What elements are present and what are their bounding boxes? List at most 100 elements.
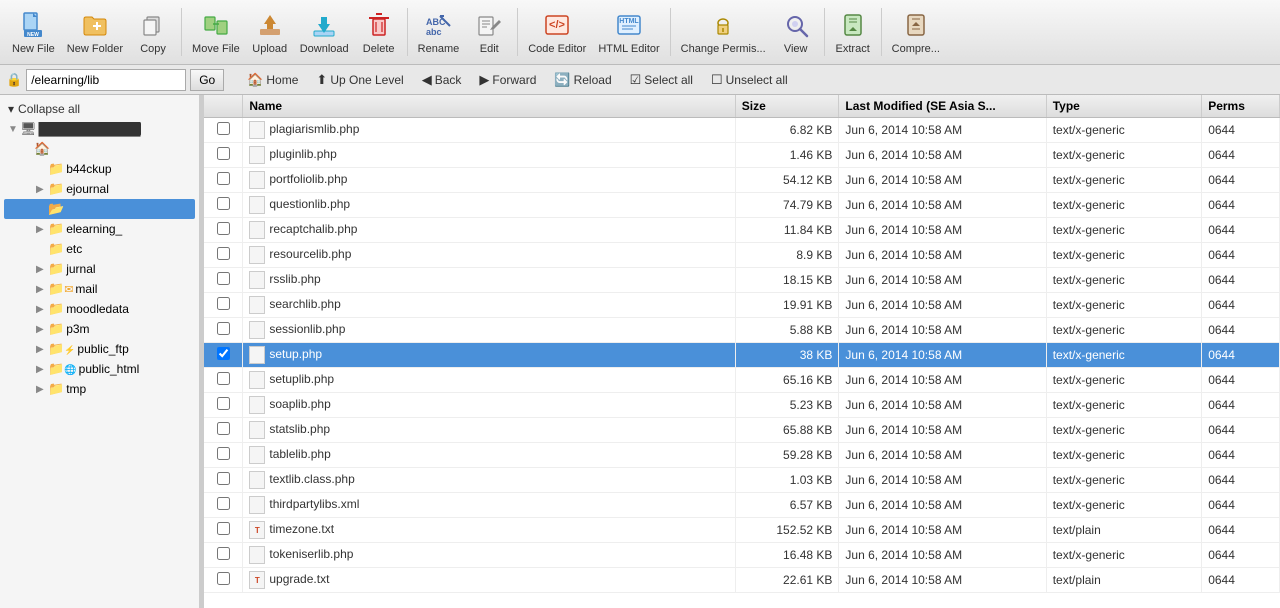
table-row[interactable]: recaptchalib.php11.84 KBJun 6, 2014 10:5… (204, 218, 1280, 243)
view-button[interactable]: View (772, 4, 820, 60)
table-row[interactable]: tablelib.php59.28 KBJun 6, 2014 10:58 AM… (204, 443, 1280, 468)
row-checkbox-10[interactable] (204, 368, 243, 393)
file-name-1[interactable]: pluginlib.php (243, 143, 735, 168)
file-name-6[interactable]: rsslib.php (243, 268, 735, 293)
table-row[interactable]: setup.php38 KBJun 6, 2014 10:58 AMtext/x… (204, 343, 1280, 368)
file-name-13[interactable]: tablelib.php (243, 443, 735, 468)
table-row[interactable]: questionlib.php74.79 KBJun 6, 2014 10:58… (204, 193, 1280, 218)
table-row[interactable]: tokeniserlib.php16.48 KBJun 6, 2014 10:5… (204, 543, 1280, 568)
col-header-4[interactable]: Type (1046, 95, 1201, 118)
download-button[interactable]: Download (294, 4, 355, 60)
go-button[interactable]: Go (190, 69, 224, 91)
file-name-18[interactable]: Tupgrade.txt (243, 568, 735, 593)
checkbox-16[interactable] (217, 522, 230, 535)
table-row[interactable]: statslib.php65.88 KBJun 6, 2014 10:58 AM… (204, 418, 1280, 443)
row-checkbox-6[interactable] (204, 268, 243, 293)
table-row[interactable]: Ttimezone.txt152.52 KBJun 6, 2014 10:58 … (204, 518, 1280, 543)
checkbox-4[interactable] (217, 222, 230, 235)
forward-button[interactable]: ▶ Forward (472, 70, 543, 90)
checkbox-14[interactable] (217, 472, 230, 485)
checkbox-12[interactable] (217, 422, 230, 435)
tree-item-4[interactable]: 📂elearning (4, 199, 195, 219)
tree-item-6[interactable]: 📁etc (4, 239, 195, 259)
tree-item-1[interactable]: 🏠 (4, 139, 195, 159)
checkbox-7[interactable] (217, 297, 230, 310)
change-perms-button[interactable]: Change Permis... (675, 4, 772, 60)
up-one-level-button[interactable]: ⬆ Up One Level (309, 70, 410, 90)
row-checkbox-16[interactable] (204, 518, 243, 543)
row-checkbox-15[interactable] (204, 493, 243, 518)
file-name-0[interactable]: plagiarismlib.php (243, 118, 735, 143)
checkbox-1[interactable] (217, 147, 230, 160)
row-checkbox-7[interactable] (204, 293, 243, 318)
edit-button[interactable]: Edit (465, 4, 513, 60)
table-row[interactable]: plagiarismlib.php6.82 KBJun 6, 2014 10:5… (204, 118, 1280, 143)
row-checkbox-2[interactable] (204, 168, 243, 193)
tree-item-10[interactable]: ▶📁p3m (4, 319, 195, 339)
table-row[interactable]: textlib.class.php1.03 KBJun 6, 2014 10:5… (204, 468, 1280, 493)
row-checkbox-17[interactable] (204, 543, 243, 568)
col-header-5[interactable]: Perms (1202, 95, 1280, 118)
tree-item-11[interactable]: ▶📁⚡public_ftp (4, 339, 195, 359)
reload-button[interactable]: 🔄 Reload (547, 70, 618, 90)
tree-item-2[interactable]: 📁b44ckup (4, 159, 195, 179)
table-row[interactable]: pluginlib.php1.46 KBJun 6, 2014 10:58 AM… (204, 143, 1280, 168)
file-name-14[interactable]: textlib.class.php (243, 468, 735, 493)
table-row[interactable]: Tupgrade.txt22.61 KBJun 6, 2014 10:58 AM… (204, 568, 1280, 593)
checkbox-8[interactable] (217, 322, 230, 335)
code-editor-button[interactable]: </>Code Editor (522, 4, 592, 60)
checkbox-17[interactable] (217, 547, 230, 560)
delete-button[interactable]: Delete (355, 4, 403, 60)
checkbox-3[interactable] (217, 197, 230, 210)
upload-button[interactable]: Upload (246, 4, 294, 60)
row-checkbox-8[interactable] (204, 318, 243, 343)
file-name-5[interactable]: resourcelib.php (243, 243, 735, 268)
file-name-16[interactable]: Ttimezone.txt (243, 518, 735, 543)
checkbox-0[interactable] (217, 122, 230, 135)
checkbox-9[interactable] (217, 347, 230, 360)
tree-item-9[interactable]: ▶📁moodledata (4, 299, 195, 319)
move-file-button[interactable]: Move File (186, 4, 246, 60)
row-checkbox-18[interactable] (204, 568, 243, 593)
tree-item-12[interactable]: ▶📁🌐public_html (4, 359, 195, 379)
compress-button[interactable]: Compre... (886, 4, 946, 60)
tree-item-7[interactable]: ▶📁jurnal (4, 259, 195, 279)
table-row[interactable]: setuplib.php65.16 KBJun 6, 2014 10:58 AM… (204, 368, 1280, 393)
file-name-2[interactable]: portfoliolib.php (243, 168, 735, 193)
file-name-4[interactable]: recaptchalib.php (243, 218, 735, 243)
row-checkbox-14[interactable] (204, 468, 243, 493)
tree-item-5[interactable]: ▶📁elearning_ (4, 219, 195, 239)
table-row[interactable]: portfoliolib.php54.12 KBJun 6, 2014 10:5… (204, 168, 1280, 193)
row-checkbox-1[interactable] (204, 143, 243, 168)
row-checkbox-4[interactable] (204, 218, 243, 243)
tree-item-0[interactable]: ▼🖥████████████ (4, 119, 195, 139)
row-checkbox-3[interactable] (204, 193, 243, 218)
collapse-all-button[interactable]: ▾ Collapse all (4, 99, 195, 119)
checkbox-15[interactable] (217, 497, 230, 510)
table-row[interactable]: thirdpartylibs.xml6.57 KBJun 6, 2014 10:… (204, 493, 1280, 518)
table-row[interactable]: soaplib.php5.23 KBJun 6, 2014 10:58 AMte… (204, 393, 1280, 418)
file-name-3[interactable]: questionlib.php (243, 193, 735, 218)
file-name-10[interactable]: setuplib.php (243, 368, 735, 393)
file-name-17[interactable]: tokeniserlib.php (243, 543, 735, 568)
checkbox-2[interactable] (217, 172, 230, 185)
html-editor-button[interactable]: HTMLHTML Editor (592, 4, 665, 60)
table-row[interactable]: resourcelib.php8.9 KBJun 6, 2014 10:58 A… (204, 243, 1280, 268)
path-input[interactable] (26, 69, 186, 91)
col-header-2[interactable]: Size (735, 95, 839, 118)
new-folder-button[interactable]: New Folder (61, 4, 129, 60)
table-row[interactable]: sessionlib.php5.88 KBJun 6, 2014 10:58 A… (204, 318, 1280, 343)
checkbox-18[interactable] (217, 572, 230, 585)
file-name-7[interactable]: searchlib.php (243, 293, 735, 318)
copy-button[interactable]: Copy (129, 4, 177, 60)
checkbox-6[interactable] (217, 272, 230, 285)
extract-button[interactable]: Extract (829, 4, 877, 60)
tree-item-13[interactable]: ▶📁tmp (4, 379, 195, 399)
row-checkbox-11[interactable] (204, 393, 243, 418)
col-header-3[interactable]: Last Modified (SE Asia S... (839, 95, 1046, 118)
table-row[interactable]: searchlib.php19.91 KBJun 6, 2014 10:58 A… (204, 293, 1280, 318)
checkbox-5[interactable] (217, 247, 230, 260)
checkbox-11[interactable] (217, 397, 230, 410)
new-file-button[interactable]: NEWNew File (6, 4, 61, 60)
tree-item-8[interactable]: ▶📁✉mail (4, 279, 195, 299)
